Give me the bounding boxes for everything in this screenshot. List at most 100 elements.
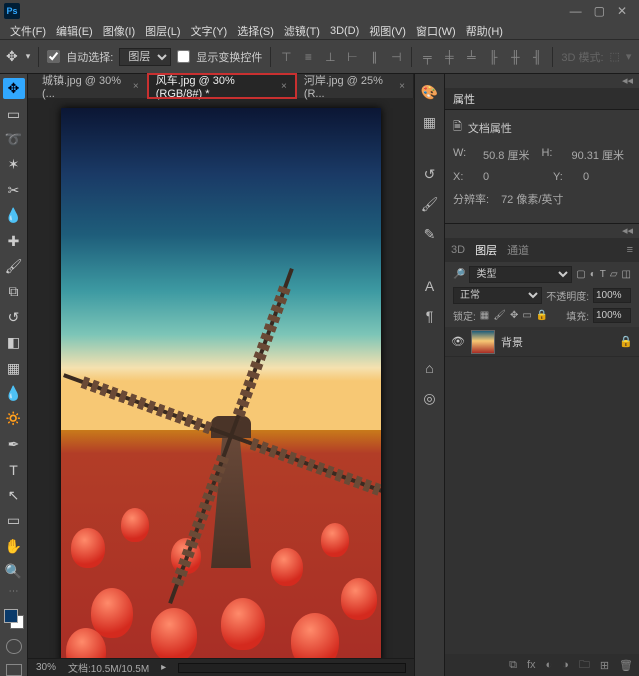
filter-adjust-icon[interactable]: ◐ xyxy=(590,269,596,280)
link-layers-icon[interactable]: ⧉ xyxy=(509,659,517,672)
lasso-tool[interactable]: ➰ xyxy=(3,129,25,150)
foreground-color-swatch[interactable] xyxy=(4,609,18,623)
lock-artboard-icon[interactable]: ▭ xyxy=(522,310,531,321)
layer-thumbnail[interactable] xyxy=(471,330,495,354)
maximize-button[interactable]: ▢ xyxy=(594,4,605,18)
type-tool[interactable]: T xyxy=(3,459,25,480)
healing-brush-tool[interactable]: ✚ xyxy=(3,230,25,251)
x-value[interactable]: 0 xyxy=(483,171,501,183)
gradient-tool[interactable]: ▦ xyxy=(3,357,25,378)
canvas-area[interactable] xyxy=(28,98,414,658)
document-tab-1[interactable]: 风车.jpg @ 30%(RGB/8#) * × xyxy=(148,74,296,98)
quick-mask-icon[interactable] xyxy=(6,639,22,655)
dist-right-icon[interactable]: ╢ xyxy=(530,50,544,64)
doc-info-dropdown-icon[interactable]: ▸ xyxy=(161,662,166,673)
lock-pixels-icon[interactable]: 🖌 xyxy=(493,310,506,321)
dist-top-icon[interactable]: ╤ xyxy=(420,50,434,64)
close-button[interactable]: ✕ xyxy=(617,4,627,18)
menu-3d[interactable]: 3D(D) xyxy=(326,25,363,37)
dist-hcenter-icon[interactable]: ╫ xyxy=(508,50,522,64)
align-hcenter-icon[interactable]: ∥ xyxy=(367,50,381,64)
document-canvas[interactable] xyxy=(61,108,381,658)
menu-select[interactable]: 选择(S) xyxy=(233,23,278,39)
pen-tool[interactable]: ✒ xyxy=(3,434,25,455)
align-bottom-icon[interactable]: ⊥ xyxy=(323,50,337,64)
layer-group-icon[interactable]: 🗀 xyxy=(579,656,590,675)
toolbar-more[interactable]: ⋯ xyxy=(9,586,19,597)
properties-panel-tab[interactable]: 属性 xyxy=(445,88,639,110)
filter-kind-dropdown[interactable]: 类型 xyxy=(469,266,572,283)
width-value[interactable]: 50.8 厘米 xyxy=(483,147,529,163)
new-layer-icon[interactable]: ⊞ xyxy=(600,659,609,672)
layer-row-background[interactable]: 👁 背景 🔒 xyxy=(445,327,639,357)
auto-select-target-dropdown[interactable]: 图层 xyxy=(119,48,171,66)
dist-bottom-icon[interactable]: ╧ xyxy=(464,50,478,64)
menu-type[interactable]: 文字(Y) xyxy=(187,23,232,39)
tab-channels[interactable]: 通道 xyxy=(507,242,529,258)
layer-name[interactable]: 背景 xyxy=(501,334,523,350)
align-right-icon[interactable]: ⊣ xyxy=(389,50,403,64)
3d-mode-dropdown-icon[interactable]: ▾ xyxy=(626,50,632,63)
delete-layer-icon[interactable]: 🗑 xyxy=(619,659,633,672)
quick-select-tool[interactable]: ✶ xyxy=(3,154,25,175)
marquee-tool[interactable]: ▭ xyxy=(3,103,25,124)
zoom-tool[interactable]: 🔍 xyxy=(3,561,25,582)
minimize-button[interactable]: — xyxy=(570,4,582,18)
blur-tool[interactable]: 💧 xyxy=(3,383,25,404)
history-brush-tool[interactable]: ↺ xyxy=(3,307,25,328)
filter-pixel-icon[interactable]: ▢ xyxy=(576,269,585,280)
menu-file[interactable]: 文件(F) xyxy=(6,23,50,39)
zoom-level[interactable]: 30% xyxy=(36,662,56,673)
lock-transparency-icon[interactable]: ▦ xyxy=(480,310,489,321)
tab-close-icon[interactable]: × xyxy=(399,81,405,92)
menu-edit[interactable]: 编辑(E) xyxy=(52,23,97,39)
document-tab-2[interactable]: 河岸.jpg @ 25%(R... × xyxy=(296,74,414,98)
fill-input[interactable] xyxy=(593,308,631,323)
document-tab-0[interactable]: 城镇.jpg @ 30% (... × xyxy=(34,74,148,98)
eraser-tool[interactable]: ◧ xyxy=(3,332,25,353)
filter-shape-icon[interactable]: ▱ xyxy=(610,269,618,280)
3d-mode-icon[interactable]: ⬚ xyxy=(610,50,620,63)
status-scrollbar[interactable] xyxy=(178,663,406,673)
color-panel-icon[interactable]: 🎨 xyxy=(420,82,440,102)
align-left-icon[interactable]: ⊢ xyxy=(345,50,359,64)
y-value[interactable]: 0 xyxy=(583,171,601,183)
menu-window[interactable]: 窗口(W) xyxy=(412,23,460,39)
collapse-layers-icon[interactable]: ◂◂ xyxy=(445,224,639,238)
blend-mode-dropdown[interactable]: 正常 xyxy=(453,287,542,304)
shape-tool[interactable]: ▭ xyxy=(3,510,25,531)
tool-preset-dropdown-icon[interactable]: ▾ xyxy=(26,51,31,62)
tab-close-icon[interactable]: × xyxy=(133,81,139,92)
show-transform-checkbox[interactable] xyxy=(177,50,190,63)
path-select-tool[interactable]: ↖ xyxy=(3,485,25,506)
eyedropper-tool[interactable]: 💧 xyxy=(3,205,25,226)
collapse-panels-icon[interactable]: ◂◂ xyxy=(445,74,639,88)
filter-kind-icon[interactable]: 🔎 xyxy=(453,269,465,280)
menu-image[interactable]: 图像(I) xyxy=(99,23,139,39)
crop-tool[interactable]: ✂ xyxy=(3,180,25,201)
doc-info[interactable]: 文档:10.5M/10.5M xyxy=(68,660,149,675)
brush-tool[interactable]: 🖌 xyxy=(3,256,25,277)
paragraph-panel-icon[interactable]: ¶ xyxy=(420,306,440,326)
tab-3d[interactable]: 3D xyxy=(451,244,465,256)
menu-filter[interactable]: 滤镜(T) xyxy=(280,23,324,39)
dodge-tool[interactable]: 🔅 xyxy=(3,408,25,429)
move-tool[interactable]: ✥ xyxy=(3,78,25,99)
visibility-toggle-icon[interactable]: 👁 xyxy=(451,335,465,348)
tab-layers[interactable]: 图层 xyxy=(475,242,497,258)
color-swatch[interactable] xyxy=(4,609,24,628)
brush-presets-icon[interactable]: ✎ xyxy=(420,224,440,244)
lock-all-icon[interactable]: 🔒 xyxy=(536,310,548,321)
adjustment-layer-icon[interactable]: ◑ xyxy=(562,659,569,671)
history-panel-icon[interactable]: ↺ xyxy=(420,164,440,184)
lock-position-icon[interactable]: ✥ xyxy=(510,310,518,321)
libraries-panel-icon[interactable]: ⌂ xyxy=(420,358,440,378)
menu-view[interactable]: 视图(V) xyxy=(365,23,410,39)
clone-stamp-tool[interactable]: ⧉ xyxy=(3,281,25,302)
resolution-value[interactable]: 72 像素/英寸 xyxy=(501,191,563,207)
swatches-panel-icon[interactable]: ▦ xyxy=(420,112,440,132)
auto-select-checkbox[interactable] xyxy=(47,50,60,63)
dist-vcenter-icon[interactable]: ╪ xyxy=(442,50,456,64)
align-top-icon[interactable]: ⊤ xyxy=(279,50,293,64)
menu-help[interactable]: 帮助(H) xyxy=(462,23,507,39)
